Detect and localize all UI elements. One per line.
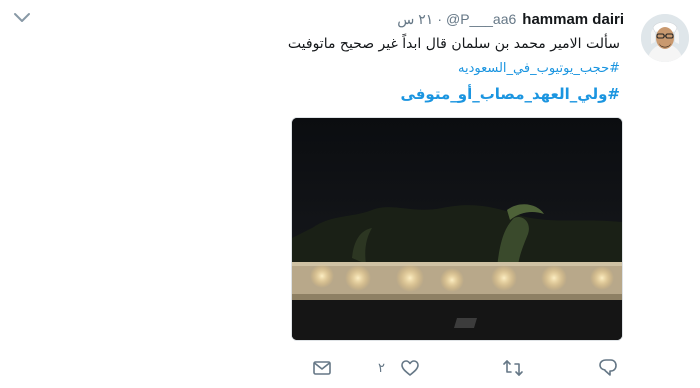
avatar[interactable] — [641, 14, 689, 62]
display-name[interactable]: hammam dairi — [522, 11, 624, 28]
video-thumbnail[interactable] — [291, 117, 623, 341]
hashtag-link[interactable]: #ولي_العهد_مصاب_أو_متوفى — [400, 85, 620, 103]
direct-message-button[interactable] — [312, 355, 332, 381]
heart-icon — [400, 358, 420, 378]
envelope-icon — [312, 359, 332, 377]
hashtag-link[interactable]: #حجب_يوتيوب_في_السعوديه — [458, 61, 620, 76]
like-count-wrapper: ٢ — [378, 355, 393, 381]
tweet-header: ٢١ س · @P___aa6 hammam dairi — [397, 11, 624, 31]
timestamp[interactable]: ٢١ س — [397, 11, 433, 28]
reply-button[interactable] — [598, 355, 618, 381]
separator-dot: · — [437, 11, 442, 27]
retweet-button[interactable] — [502, 355, 524, 381]
chevron-down-icon[interactable] — [12, 10, 32, 26]
user-handle[interactable]: @P___aa6 — [446, 11, 516, 27]
retweet-icon — [502, 358, 524, 378]
like-count[interactable]: ٢ — [378, 361, 385, 376]
like-button[interactable] — [400, 355, 420, 381]
reply-icon — [598, 358, 618, 378]
tweet-text: سألت الامير محمد بن سلمان قال ابداً غير … — [287, 36, 620, 52]
tweet-actions: ٢ — [300, 355, 630, 381]
